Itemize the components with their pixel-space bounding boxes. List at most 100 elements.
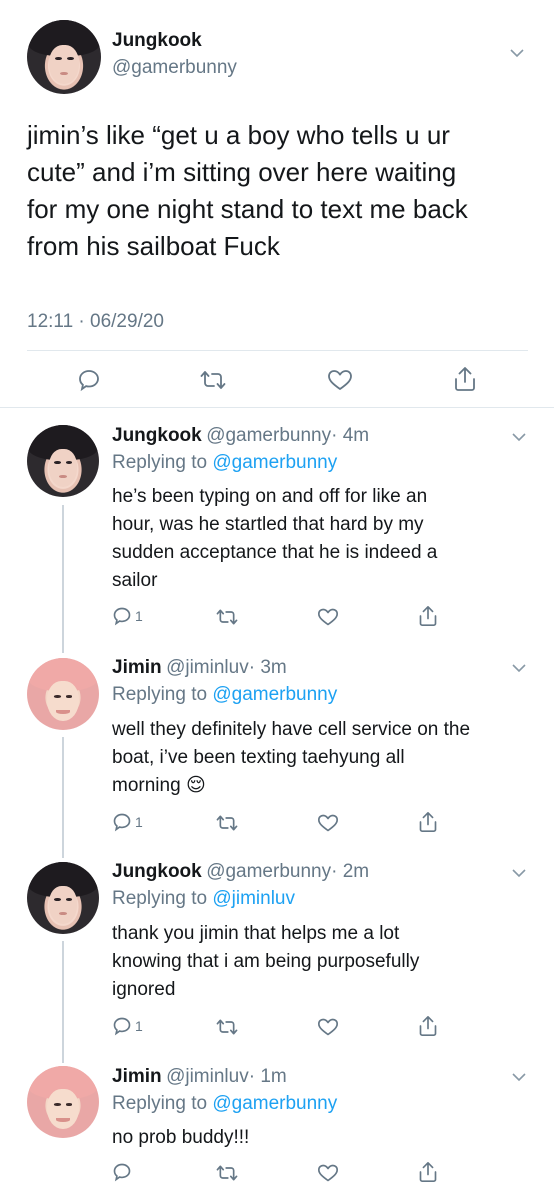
chevron-down-icon[interactable]: [512, 661, 526, 675]
reply-text-line: hour, was he startled that hard by my: [112, 514, 424, 535]
replying-to-label: Replying to: [112, 888, 213, 909]
reply-icon: [113, 813, 131, 832]
reply-text: thank you jimin that helps me a lot know…: [112, 920, 542, 1004]
chevron-down-icon[interactable]: [512, 1070, 526, 1084]
like-icon: [318, 1164, 338, 1182]
author-name[interactable]: Jungkook: [112, 425, 202, 446]
chevron-down-icon[interactable]: [512, 866, 526, 880]
replying-to-link[interactable]: @gamerbunny: [212, 684, 337, 705]
reply-count: 1: [135, 608, 143, 624]
divider: [0, 407, 554, 408]
reply-button[interactable]: [77, 368, 101, 392]
reply-icon: [113, 1163, 131, 1182]
replying-to-link[interactable]: @gamerbunny: [212, 1093, 337, 1114]
share-button[interactable]: [453, 366, 477, 392]
author-name[interactable]: Jimin: [112, 657, 162, 678]
retweet-button[interactable]: [216, 1017, 238, 1037]
retweet-button[interactable]: [216, 813, 238, 833]
reply-time: · 3m: [248, 657, 287, 678]
reply-count: 1: [135, 1018, 143, 1034]
author-handle[interactable]: @gamerbunny: [206, 861, 331, 882]
relieved-face-emoji: 😌: [185, 775, 206, 796]
avatar[interactable]: [27, 862, 99, 934]
thread-line: [62, 737, 64, 858]
reply-text-line: ignored: [112, 979, 176, 1000]
avatar[interactable]: [27, 658, 99, 730]
retweet-icon: [216, 609, 238, 625]
reply-text-line: morning 😌: [112, 772, 542, 800]
reply-time: · 4m: [331, 425, 370, 446]
author-name[interactable]: Jungkook: [112, 30, 202, 52]
chevron-down-icon[interactable]: [510, 46, 524, 60]
like-icon: [318, 608, 338, 626]
author-name[interactable]: Jimin: [112, 1066, 162, 1087]
retweet-button[interactable]: [200, 368, 226, 392]
reply-text-line: he’s been typing on and off for like an: [112, 486, 428, 507]
share-button[interactable]: [418, 605, 438, 627]
chevron-down-icon[interactable]: [512, 430, 526, 444]
reply-button[interactable]: 1: [112, 606, 143, 626]
replying-to-link[interactable]: @gamerbunny: [212, 452, 337, 473]
share-button[interactable]: [418, 1161, 438, 1183]
reply-header: Jimin @jiminluv· 1m: [112, 1066, 287, 1088]
author-handle[interactable]: @jiminluv: [166, 1066, 249, 1087]
like-button[interactable]: [317, 813, 339, 833]
reply-text-segment: morning: [112, 775, 181, 796]
tweet-text-line: cute” and i’m sitting over here waiting: [27, 157, 457, 187]
like-button[interactable]: [317, 1017, 339, 1037]
avatar[interactable]: [27, 20, 101, 94]
like-icon: [318, 1018, 338, 1036]
reply-header: Jungkook @gamerbunny· 2m: [112, 861, 369, 883]
reply-text: well they definitely have cell service o…: [112, 716, 542, 800]
share-icon: [419, 605, 437, 626]
share-icon: [419, 1162, 437, 1182]
replying-to-label: Replying to: [112, 684, 213, 705]
reply-text-line: no prob buddy!!!: [112, 1127, 250, 1148]
reply-icon: [113, 607, 131, 626]
author-name[interactable]: Jungkook: [112, 861, 202, 882]
avatar[interactable]: [27, 1066, 99, 1138]
divider: [27, 350, 528, 351]
reply-text: no prob buddy!!!: [112, 1124, 542, 1152]
author-handle[interactable]: @gamerbunny: [112, 57, 237, 79]
retweet-icon: [216, 1019, 238, 1035]
reply-text-line: knowing that i am being purposefully: [112, 951, 420, 972]
reply-time: · 1m: [248, 1066, 287, 1087]
reply-button[interactable]: [112, 1162, 135, 1182]
reply-header: Jungkook @gamerbunny· 4m: [112, 425, 369, 447]
replying-to-link[interactable]: @jiminluv: [212, 888, 295, 909]
reply-button[interactable]: 1: [112, 812, 143, 832]
like-icon: [318, 814, 338, 832]
reply-header: Jimin @jiminluv· 3m: [112, 657, 287, 679]
reply-text-line: sailor: [112, 570, 158, 591]
replying-to: Replying to @gamerbunny: [112, 684, 337, 706]
tweet-text: jimin’s like “get u a boy who tells u ur…: [27, 117, 537, 265]
replying-to-label: Replying to: [112, 452, 213, 473]
like-button[interactable]: [317, 607, 339, 627]
like-icon: [328, 370, 352, 390]
retweet-icon: [216, 1165, 238, 1181]
share-button[interactable]: [418, 811, 438, 833]
author-handle[interactable]: @gamerbunny: [206, 425, 331, 446]
share-icon: [419, 811, 437, 832]
tweet-timestamp[interactable]: 12:11 · 06/29/20: [27, 311, 164, 333]
author-handle[interactable]: @jiminluv: [166, 657, 249, 678]
retweet-button[interactable]: [216, 1163, 238, 1183]
share-button[interactable]: [418, 1015, 438, 1037]
share-icon: [419, 1015, 437, 1036]
reply-count: 1: [135, 814, 143, 830]
reply-text: he’s been typing on and off for like an …: [112, 483, 542, 595]
retweet-icon: [200, 371, 226, 389]
like-button[interactable]: [327, 368, 353, 392]
replying-to-label: Replying to: [112, 1093, 213, 1114]
reply-icon: [113, 1017, 131, 1036]
reply-text-line: thank you jimin that helps me a lot: [112, 923, 400, 944]
like-button[interactable]: [317, 1163, 339, 1183]
avatar[interactable]: [27, 425, 99, 497]
reply-button[interactable]: 1: [112, 1016, 143, 1036]
thread-line: [62, 505, 64, 653]
share-icon: [455, 367, 475, 391]
retweet-button[interactable]: [216, 607, 238, 627]
thread-line: [62, 941, 64, 1063]
reply-text-line: sudden acceptance that he is indeed a: [112, 542, 438, 563]
